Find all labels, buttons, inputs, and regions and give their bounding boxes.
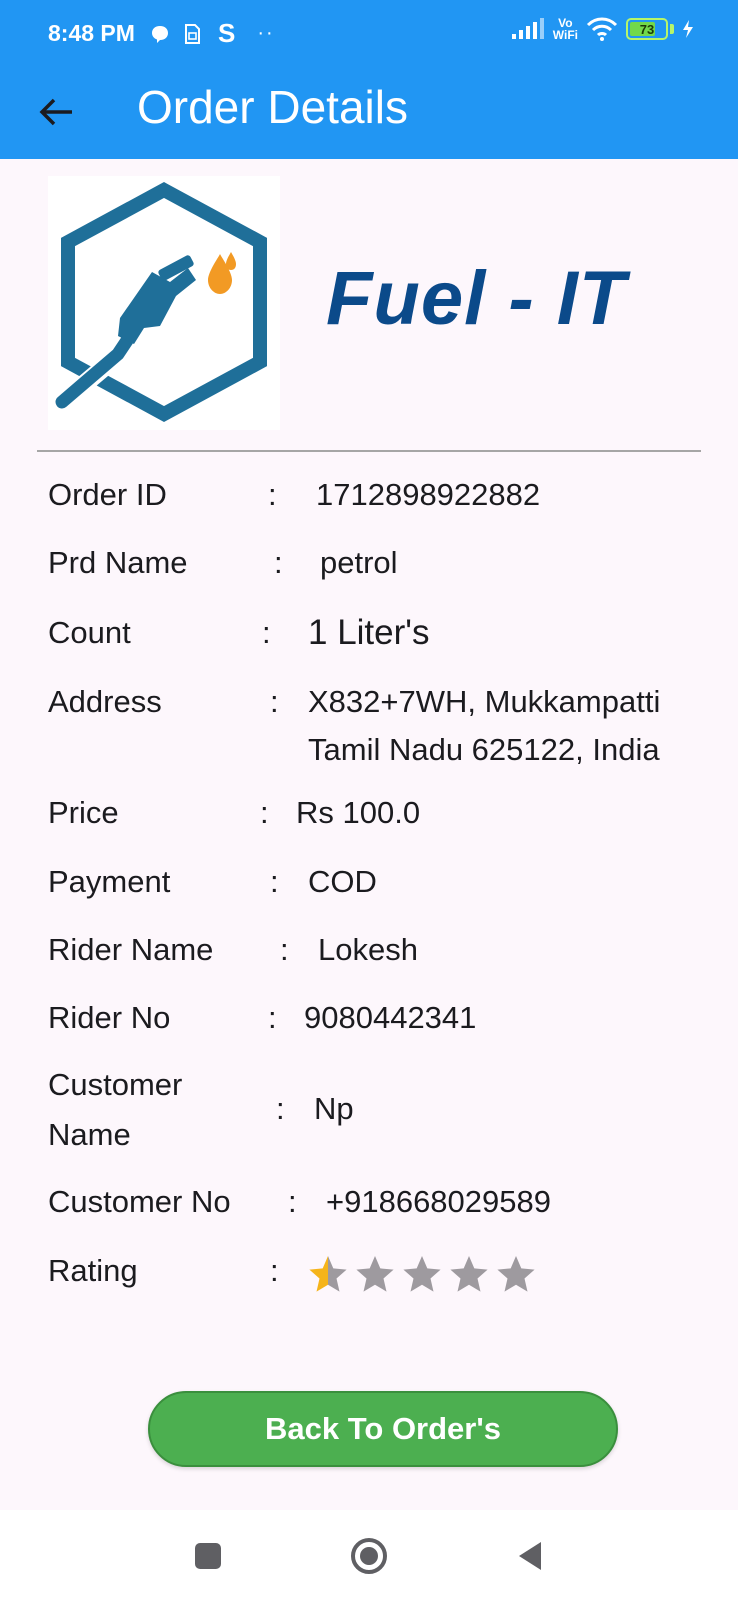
label-payment: Payment xyxy=(48,864,171,899)
rating-stars[interactable] xyxy=(308,1254,536,1294)
fuel-nozzle-hexagon-logo xyxy=(48,176,280,430)
separator: : xyxy=(270,864,279,899)
value-product-name: petrol xyxy=(320,545,398,580)
value-rider-no: 9080442341 xyxy=(304,1000,477,1035)
label-price: Price xyxy=(48,795,119,830)
system-nav-bar xyxy=(0,1510,738,1600)
status-icons-left: S ·· xyxy=(150,18,275,49)
signal-icon xyxy=(511,17,545,41)
value-count: 1 Liter's xyxy=(308,613,430,652)
wifi-icon xyxy=(586,16,618,42)
more-dots-icon: ·· xyxy=(257,22,275,44)
label-customer-no: Customer No xyxy=(48,1184,231,1219)
label-rider-no: Rider No xyxy=(48,1000,171,1035)
separator: : xyxy=(274,545,283,580)
app-bar: Order Details xyxy=(0,66,738,159)
star-icon[interactable] xyxy=(355,1254,395,1294)
separator: : xyxy=(270,684,279,719)
separator: : xyxy=(276,1091,285,1126)
label-customer-name-line2: Name xyxy=(48,1117,131,1152)
label-customer-name-line1: Customer xyxy=(48,1067,183,1102)
recents-square-icon[interactable] xyxy=(184,1532,232,1580)
value-customer-name: Np xyxy=(314,1091,354,1126)
star-icon[interactable] xyxy=(308,1254,348,1294)
value-rider-name: Lokesh xyxy=(318,932,418,967)
arrow-left-icon xyxy=(39,98,72,126)
separator: : xyxy=(268,477,277,512)
divider xyxy=(37,450,701,452)
value-order-id: 1712898922882 xyxy=(316,477,541,512)
star-icon[interactable] xyxy=(402,1254,442,1294)
chat-bubble-icon xyxy=(150,24,170,44)
home-circle-icon[interactable] xyxy=(345,1532,393,1580)
status-time: 8:48 PM xyxy=(48,20,135,46)
separator: : xyxy=(270,1253,279,1288)
label-count: Count xyxy=(48,615,131,650)
vowifi-bottom: WiFi xyxy=(552,28,578,42)
value-address-line1: X832+7WH, Mukkampatti xyxy=(308,684,661,719)
top-bar: 8:48 PM S ·· Vo WiFi 73 Order Details xyxy=(0,0,738,159)
star-icon[interactable] xyxy=(449,1254,489,1294)
battery-body: 73 xyxy=(626,18,668,40)
status-bar: 8:48 PM S ·· Vo WiFi 73 xyxy=(0,0,738,66)
s-app-icon: S xyxy=(218,18,236,48)
value-price: Rs 100.0 xyxy=(296,795,421,830)
value-payment: COD xyxy=(308,864,377,899)
battery-level: 73 xyxy=(639,21,655,37)
label-address: Address xyxy=(48,684,162,719)
star-icon[interactable] xyxy=(496,1254,536,1294)
charging-icon xyxy=(682,19,694,39)
back-button[interactable] xyxy=(30,86,82,138)
back-triangle-icon[interactable] xyxy=(506,1532,554,1580)
battery-tip xyxy=(670,24,674,34)
value-customer-no: +918668029589 xyxy=(326,1184,551,1219)
separator: : xyxy=(268,1000,277,1035)
separator: : xyxy=(280,932,289,967)
vowifi-label: Vo WiFi xyxy=(553,17,578,41)
status-icons-right: Vo WiFi 73 xyxy=(511,16,694,42)
brand-name: Fuel - IT xyxy=(326,256,627,341)
back-to-orders-button[interactable]: Back To Order's xyxy=(148,1391,618,1467)
page-title: Order Details xyxy=(137,81,408,133)
label-order-id: Order ID xyxy=(48,477,167,512)
battery-icon: 73 xyxy=(626,18,668,40)
separator: : xyxy=(260,795,269,830)
label-product-name: Prd Name xyxy=(48,545,188,580)
sim-icon xyxy=(182,23,202,45)
label-rider-name: Rider Name xyxy=(48,932,214,967)
label-rating: Rating xyxy=(48,1253,138,1288)
value-address-line2: Tamil Nadu 625122, India xyxy=(308,732,660,767)
separator: : xyxy=(288,1184,297,1219)
separator: : xyxy=(262,615,271,650)
